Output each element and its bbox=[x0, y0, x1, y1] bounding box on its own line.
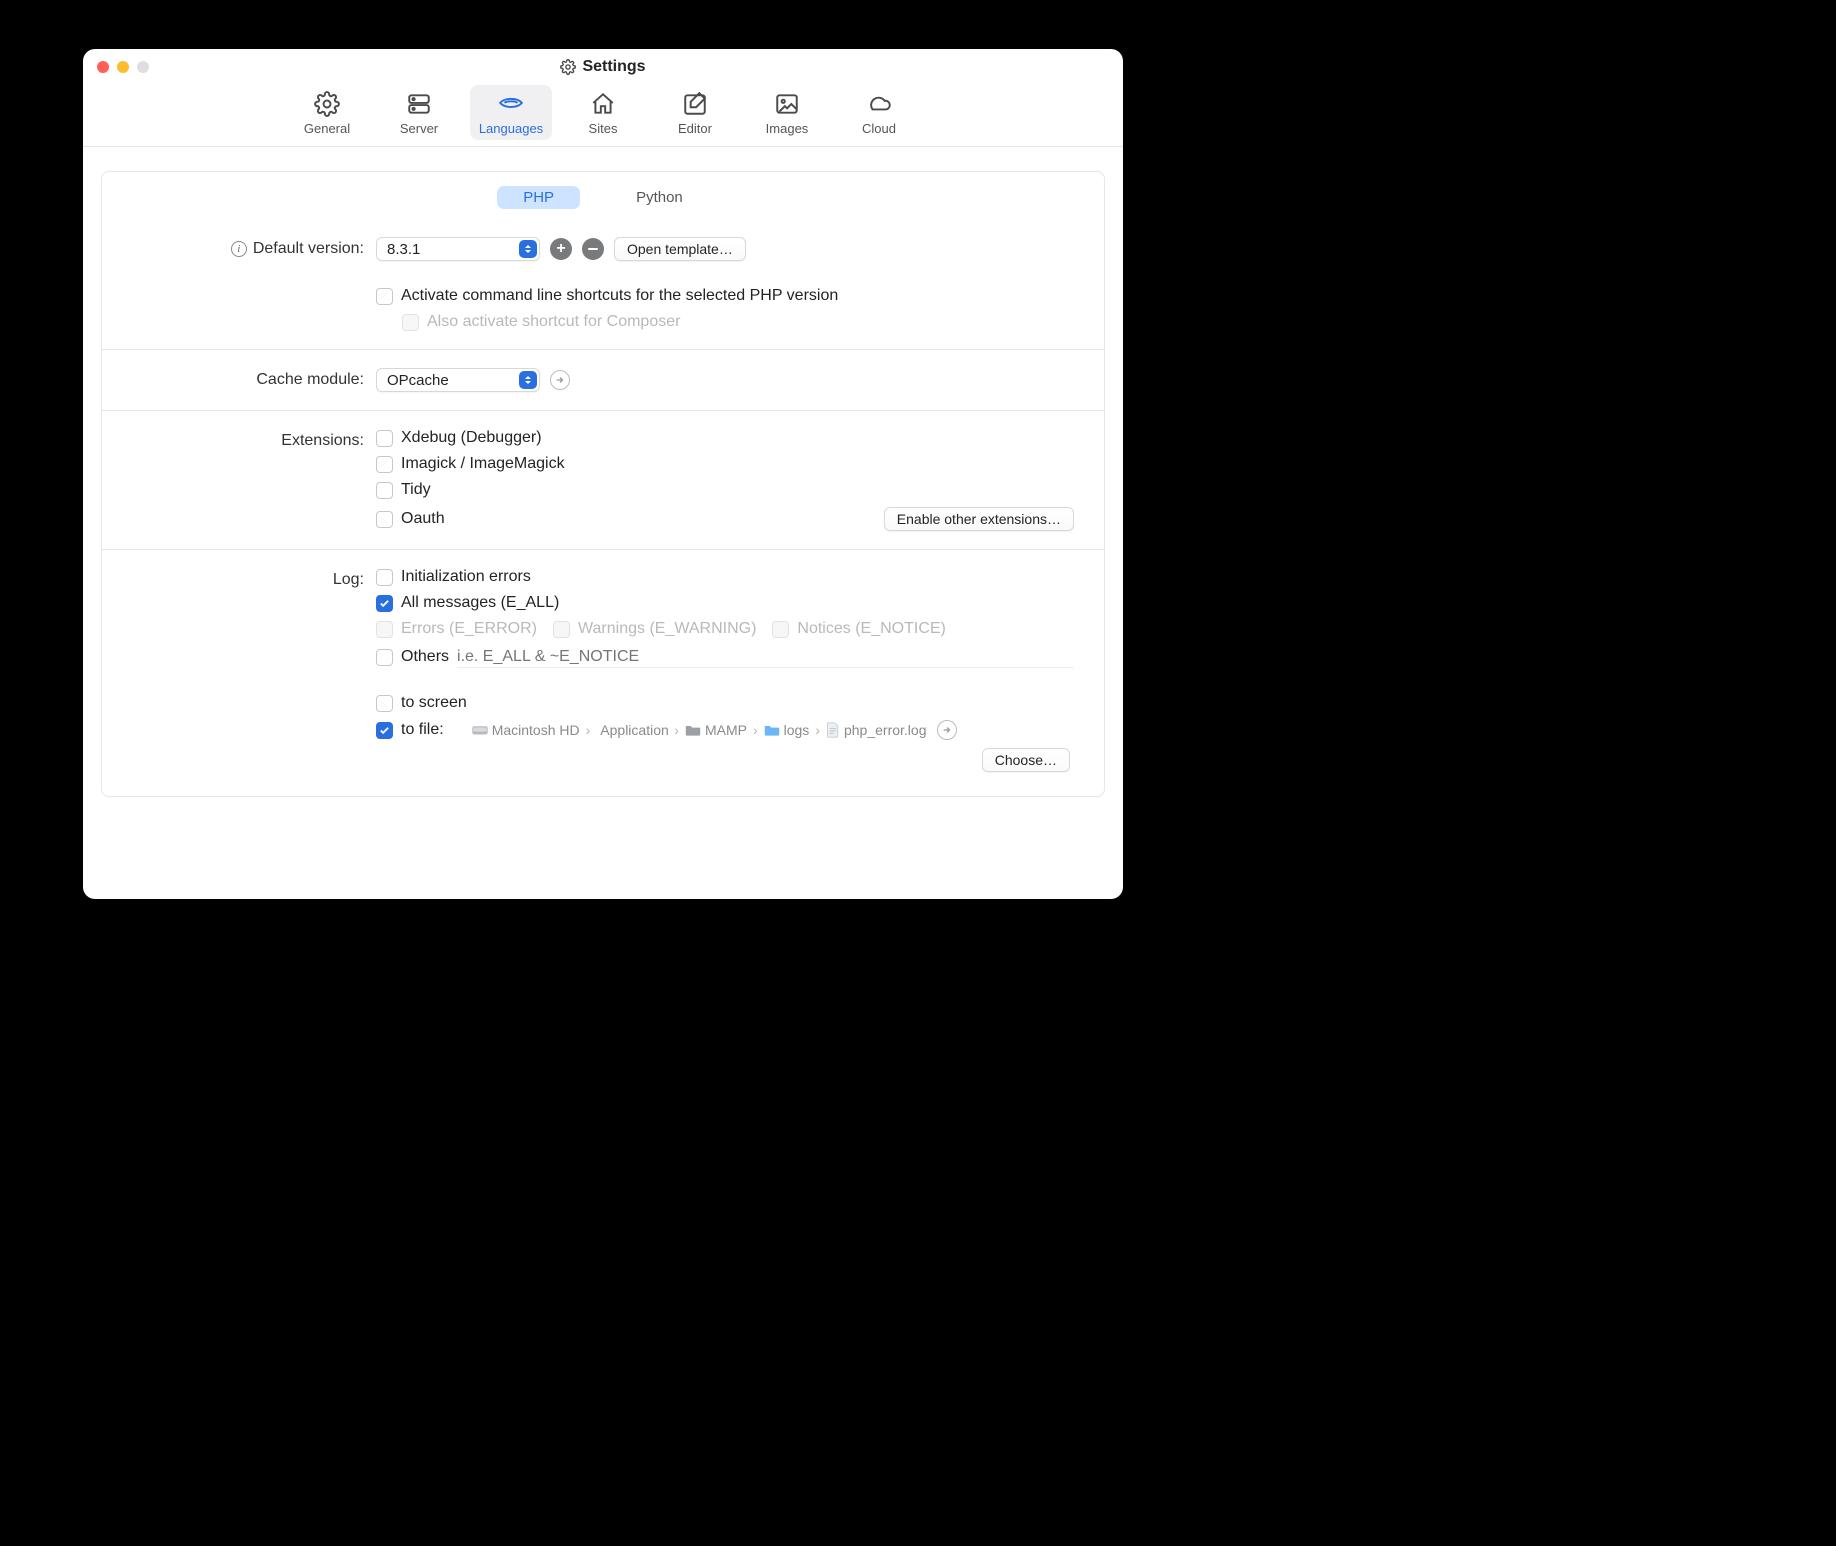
log-notices-checkbox bbox=[772, 621, 789, 638]
tab-general[interactable]: General bbox=[286, 85, 368, 140]
chevron-up-down-icon bbox=[519, 371, 537, 389]
image-icon bbox=[773, 91, 801, 117]
tidy-label: Tidy bbox=[401, 481, 431, 499]
xdebug-label: Xdebug (Debugger) bbox=[401, 429, 542, 447]
tidy-checkbox[interactable] bbox=[376, 482, 393, 499]
tab-label: Editor bbox=[678, 121, 712, 136]
log-errors-label: Errors (E_ERROR) bbox=[401, 620, 537, 638]
log-others-checkbox[interactable] bbox=[376, 649, 393, 666]
oauth-label: Oauth bbox=[401, 510, 445, 528]
gear-icon bbox=[560, 59, 576, 75]
tab-sites[interactable]: Sites bbox=[562, 85, 644, 140]
add-version-button[interactable] bbox=[550, 238, 572, 260]
activate-composer-label: Also activate shortcut for Composer bbox=[427, 313, 680, 331]
log-init-label: Initialization errors bbox=[401, 568, 531, 586]
imagick-checkbox[interactable] bbox=[376, 456, 393, 473]
tab-label: General bbox=[304, 121, 350, 136]
log-path-breadcrumb: Macintosh HD › Applications › bbox=[472, 720, 1074, 740]
xdebug-checkbox[interactable] bbox=[376, 430, 393, 447]
log-all-checkbox[interactable] bbox=[376, 595, 393, 612]
reveal-log-button[interactable] bbox=[937, 720, 957, 740]
log-init-checkbox[interactable] bbox=[376, 569, 393, 586]
tab-editor[interactable]: Editor bbox=[654, 85, 736, 140]
language-segmented-control: PHP Python bbox=[102, 172, 1104, 219]
log-to-screen-checkbox[interactable] bbox=[376, 695, 393, 712]
edit-icon bbox=[681, 91, 709, 117]
cache-module-label: Cache module: bbox=[256, 371, 364, 389]
log-others-label: Others bbox=[401, 648, 449, 666]
segment-python[interactable]: Python bbox=[610, 186, 709, 209]
log-notices-label: Notices (E_NOTICE) bbox=[797, 620, 945, 638]
tab-label: Images bbox=[766, 121, 809, 136]
close-window-button[interactable] bbox=[97, 61, 109, 73]
folder-icon bbox=[685, 723, 701, 737]
file-icon bbox=[826, 722, 840, 738]
settings-window: Settings General Server bbox=[83, 49, 1123, 899]
chevron-up-down-icon bbox=[519, 240, 537, 258]
activate-cli-checkbox[interactable] bbox=[376, 288, 393, 305]
cache-module-value: OPcache bbox=[387, 372, 449, 389]
extensions-label: Extensions: bbox=[281, 432, 364, 450]
titlebar: Settings bbox=[83, 49, 1123, 81]
log-others-input[interactable] bbox=[457, 646, 1074, 668]
tab-label: Cloud bbox=[862, 121, 896, 136]
log-label: Log: bbox=[333, 571, 364, 589]
zoom-window-button bbox=[137, 61, 149, 73]
tab-server[interactable]: Server bbox=[378, 85, 460, 140]
disk-icon bbox=[472, 723, 488, 737]
enable-other-extensions-button[interactable]: Enable other extensions… bbox=[884, 507, 1074, 531]
activate-cli-label: Activate command line shortcuts for the … bbox=[401, 287, 838, 305]
goto-cache-button[interactable] bbox=[550, 370, 570, 390]
choose-log-file-button[interactable]: Choose… bbox=[982, 748, 1070, 772]
cloud-icon bbox=[865, 91, 893, 117]
info-icon[interactable]: i bbox=[231, 241, 247, 257]
minimize-window-button[interactable] bbox=[117, 61, 129, 73]
tab-label: Sites bbox=[589, 121, 618, 136]
default-version-value: 8.3.1 bbox=[387, 241, 420, 258]
log-to-file-checkbox[interactable] bbox=[376, 722, 393, 739]
home-icon bbox=[589, 91, 617, 117]
log-warnings-label: Warnings (E_WARNING) bbox=[578, 620, 756, 638]
tab-languages[interactable]: Languages bbox=[470, 85, 552, 140]
log-all-label: All messages (E_ALL) bbox=[401, 594, 559, 612]
folder-icon bbox=[764, 723, 780, 737]
languages-icon bbox=[497, 91, 525, 117]
log-errors-checkbox bbox=[376, 621, 393, 638]
activate-composer-checkbox bbox=[402, 314, 419, 331]
tab-label: Server bbox=[400, 121, 438, 136]
imagick-label: Imagick / ImageMagick bbox=[401, 455, 565, 473]
default-version-label: Default version: bbox=[253, 240, 364, 258]
tab-images[interactable]: Images bbox=[746, 85, 828, 140]
default-version-select[interactable]: 8.3.1 bbox=[376, 237, 540, 261]
open-template-button[interactable]: Open template… bbox=[614, 237, 746, 261]
window-controls bbox=[97, 61, 149, 73]
oauth-checkbox[interactable] bbox=[376, 511, 393, 528]
server-icon bbox=[405, 91, 433, 117]
window-title: Settings bbox=[582, 58, 645, 76]
log-to-screen-label: to screen bbox=[401, 694, 467, 712]
tab-label: Languages bbox=[479, 121, 543, 136]
segment-php[interactable]: PHP bbox=[497, 186, 580, 209]
tab-cloud[interactable]: Cloud bbox=[838, 85, 920, 140]
log-warnings-checkbox bbox=[553, 621, 570, 638]
remove-version-button[interactable] bbox=[582, 238, 604, 260]
php-settings-panel: PHP Python i Default version: 8.3. bbox=[101, 171, 1105, 797]
log-to-file-label: to file: bbox=[401, 721, 444, 739]
settings-toolbar: General Server Languages bbox=[83, 81, 1123, 147]
cache-module-select[interactable]: OPcache bbox=[376, 368, 540, 392]
gear-icon bbox=[313, 91, 341, 117]
